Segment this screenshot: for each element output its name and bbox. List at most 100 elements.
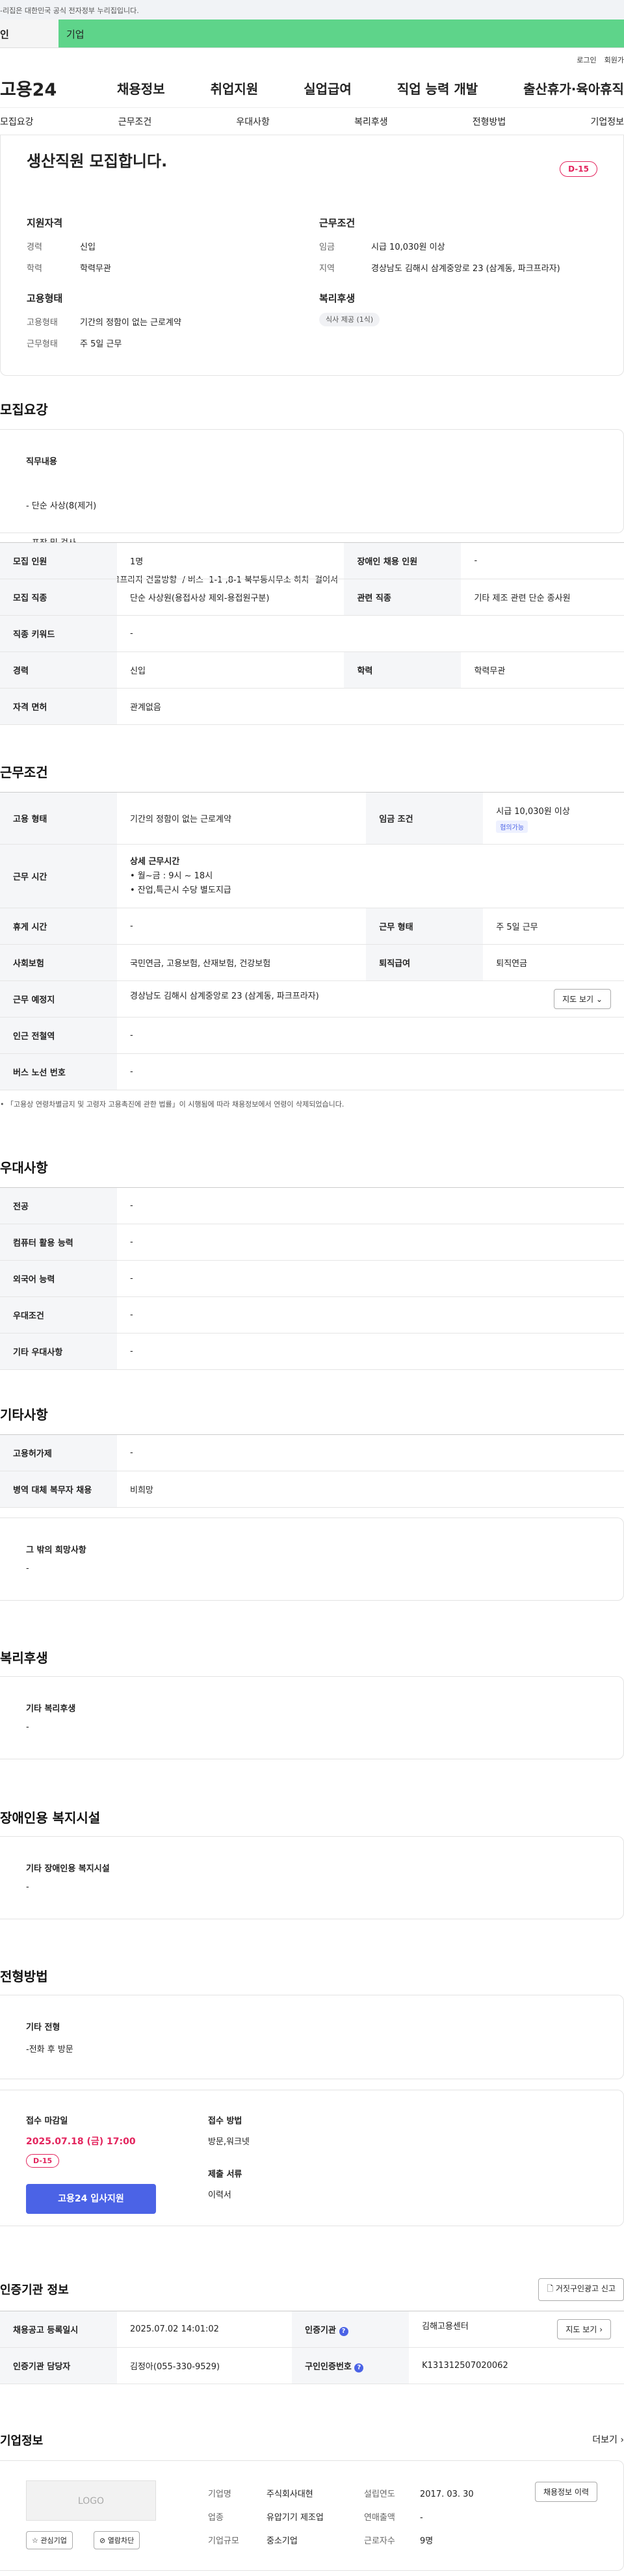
report-fake-ad-button[interactable]: 🗋 거짓구인광고 신고 (538, 2278, 624, 2301)
info-value: 주식회사대현 (266, 2490, 313, 2499)
info-key: 설립연도 (364, 2490, 395, 2499)
docs-value: 이력서 (208, 2190, 231, 2200)
anchor-welfare[interactable]: 복리후생 (354, 115, 388, 128)
row-key: 자격 면허 (0, 688, 117, 725)
row-key: 임금 조건 (366, 792, 484, 845)
company-info-right: 설립연도 2017. 03. 30 연매출액 - 근로자수 9명 (364, 2483, 474, 2553)
etc-section-title: 기타사항 (0, 1407, 48, 1423)
age-notice-text: 「고용상 연령차별금지 및 고령자 고용촉진에 관한 법률」이 시행됨에 따라 … (6, 1100, 344, 1109)
table-row: 근무 예정지 경상남도 김해시 삼계중앙로 23 (삼계동, 파크프라자) 지도… (0, 980, 624, 1018)
dday-badge: D-15 (560, 161, 597, 177)
info-icon[interactable]: ? (339, 2326, 348, 2336)
row-key: 구인인증번호 (305, 2361, 352, 2372)
anchor-company[interactable]: 기업정보 (590, 115, 624, 128)
duty-card: 직무내용 - 단순 사상(8(제거) - 포장 및 검사 경전철 장신대 하차 … (0, 429, 624, 585)
row-key: 외국어 능력 (0, 1260, 117, 1297)
work-time-cell: 상세 근무시간 • 월~금 : 9시 ~ 18시 • 잔업,특근시 수당 별도지… (117, 844, 624, 908)
info-key: 근로자수 (364, 2536, 395, 2546)
selection-section-title: 전형방법 (0, 1969, 48, 1984)
table-row: 기타 우대사항 - (0, 1333, 624, 1370)
company-card: LOGO ☆ 관심기업 ⊘ 열람차단 기업명 주식회사대현 업종 유압기기 제조업 … (0, 2460, 624, 2571)
block-label: 열람차단 (107, 2536, 135, 2545)
site-logo[interactable]: 고용24 (0, 75, 72, 101)
table-row: 고용 형태 기간의 정함이 없는 근로계약 임금 조건 시급 10,030원 이… (0, 792, 624, 845)
login-link[interactable]: 로그인 (577, 55, 596, 69)
row-value: - (117, 1296, 624, 1334)
tab-person[interactable]: 인 (0, 20, 58, 47)
map-view-button[interactable]: 지도 보기 ⌄ (554, 989, 611, 1009)
row-key: 직종 키워드 (0, 615, 117, 652)
row-value: 주 5일 근무 (483, 908, 624, 945)
tab-corp[interactable]: 기업 (58, 20, 624, 47)
table-row: 인증기관 담당자 김정아(055-330-9529) 구인인증번호 ? K131… (0, 2347, 624, 2384)
disabled-sub-title: 기타 장애인용 복지시설 (26, 1864, 110, 1874)
conditions-section-title: 근무조건 (0, 765, 48, 780)
emp-key: 근무형태 (27, 339, 58, 349)
row-value: - (117, 1260, 624, 1297)
work-time-line: • 월~금 : 9시 ~ 18시 (130, 871, 213, 881)
qual-value: 신입 (80, 243, 96, 252)
info-key: 업종 (208, 2513, 224, 2523)
join-link[interactable]: 회원가 (604, 55, 624, 69)
welfare-block: 복리후생 식사 제공 (1식) (319, 291, 380, 326)
hiring-history-button[interactable]: 채용정보 이력 (534, 2482, 597, 2502)
row-key: 장애인 채용 인원 (344, 542, 462, 579)
table-row: 사회보험 국민연금, 고용보험, 산재보험, 건강보험 퇴직급여 퇴직연금 (0, 944, 624, 981)
gnb-item-unemployment[interactable]: 실업급여 (304, 79, 352, 98)
company-more-link[interactable]: 더보기 › (592, 2433, 624, 2446)
info-value: 유압기기 제조업 (266, 2513, 324, 2523)
info-icon[interactable]: ? (354, 2363, 364, 2372)
agency-map-button[interactable]: 지도 보기 › (557, 2319, 611, 2339)
gnb-item-parental-leave[interactable]: 출산휴가·육아휴직 (523, 79, 624, 98)
row-value: - (117, 1053, 624, 1090)
qual-title: 지원자격 (27, 217, 63, 229)
company-info-left: 기업명 주식회사대현 업종 유압기기 제조업 기업규모 중소기업 (208, 2483, 324, 2553)
anchor-preference[interactable]: 우대사항 (236, 115, 270, 128)
method-title: 접수 방법 (208, 2116, 242, 2126)
report-label: 거짓구인광고 신고 (555, 2284, 616, 2293)
selection-value: -전화 후 방문 (26, 2045, 73, 2055)
deadline-title: 접수 마감일 (26, 2116, 68, 2126)
row-value: 김해고용센터 (422, 2322, 469, 2332)
row-value: - (461, 542, 624, 579)
table-row: 인근 전철역 - (0, 1017, 624, 1054)
wish-value: - (26, 1564, 29, 1573)
cond-key: 지역 (319, 264, 335, 274)
apply-button[interactable]: 고용24 입사지원 (26, 2184, 156, 2214)
gnb-item-employment-support[interactable]: 취업지원 (211, 79, 259, 98)
age-notice: • 「고용상 연령차별금지 및 고령자 고용촉진에 관한 법률」이 시행됨에 따… (0, 1099, 344, 1109)
emp-value: 주 5일 근무 (80, 339, 122, 349)
wish-title: 그 밖의 희망사항 (26, 1545, 86, 1555)
table-row: 우대조건 - (0, 1296, 624, 1334)
cond-title: 근무조건 (319, 217, 356, 229)
company-logo: LOGO (26, 2480, 156, 2521)
global-nav: 고용24 채용정보 취업지원 실업급여 직업 능력 개발 출산휴가·육아휴직 (0, 69, 624, 108)
more-label: 더보기 (592, 2435, 618, 2445)
anchor-recruit[interactable]: 모집요강 (0, 115, 34, 128)
row-key: 우대조건 (0, 1296, 117, 1334)
row-key: 인증기관 (305, 2325, 336, 2335)
utility-links: 로그인 회원가 (0, 48, 624, 69)
favorite-company-button[interactable]: ☆ 관심기업 (26, 2531, 73, 2549)
table-row: 병역 대체 복무자 채용 비희망 (0, 1471, 624, 1508)
emp-title: 고용형태 (27, 293, 63, 304)
table-row: 채용공고 등록일시 2025.07.02 14:01:02 인증기관 ? 김해고… (0, 2311, 624, 2348)
selection-sub-title: 기타 전형 (26, 2023, 60, 2032)
row-key: 인근 전철역 (0, 1017, 117, 1054)
map-view-label: 지도 보기 (566, 2325, 597, 2334)
company-section-title: 기업정보 (0, 2434, 44, 2448)
agency-value-cell: 김해고용센터 지도 보기 › (409, 2311, 624, 2348)
chevron-down-icon: ⌄ (595, 995, 603, 1004)
workplace-cell: 경상남도 김해시 삼계중앙로 23 (삼계동, 파크프라자) 지도 보기 ⌄ (117, 980, 624, 1018)
gnb-item-jobs[interactable]: 채용정보 (117, 79, 165, 98)
row-key: 근무 예정지 (0, 980, 117, 1018)
welfare-value: - (26, 1722, 29, 1732)
gnb-item-training[interactable]: 직업 능력 개발 (397, 79, 478, 98)
anchor-selection[interactable]: 전형방법 (473, 115, 506, 128)
wish-card: 그 밖의 희망사항 - (0, 1518, 624, 1601)
welfare-tag: 식사 제공 (1식) (319, 313, 380, 326)
anchor-conditions[interactable]: 근무조건 (118, 115, 152, 128)
row-key: 인증기관 담당자 (0, 2347, 117, 2384)
block-company-button[interactable]: ⊘ 열람차단 (94, 2531, 140, 2549)
info-value: - (420, 2513, 423, 2523)
